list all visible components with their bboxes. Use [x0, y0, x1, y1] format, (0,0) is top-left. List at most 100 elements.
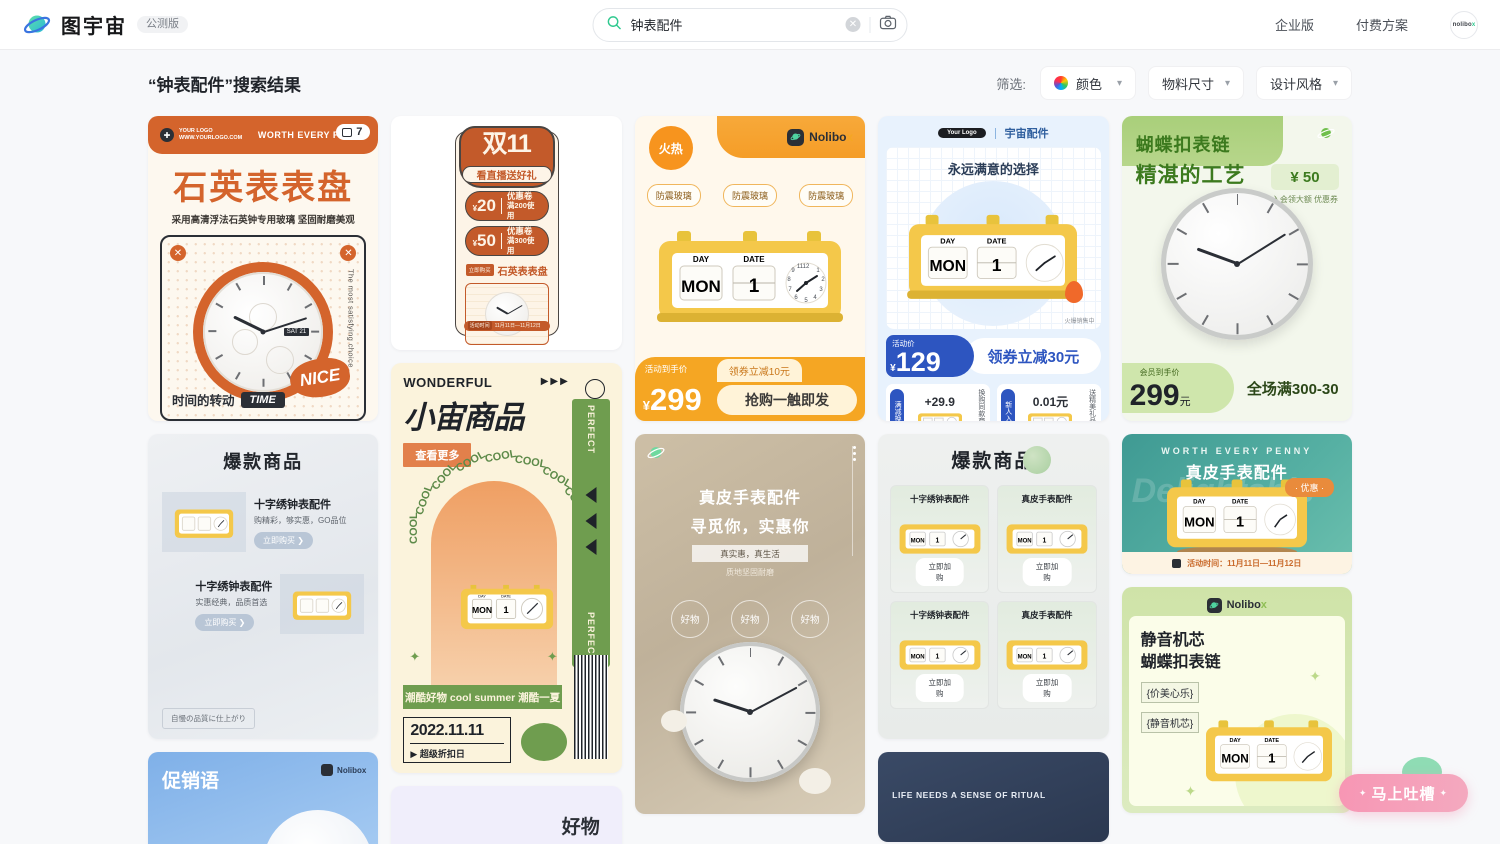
product-name: 石英表表盘: [497, 266, 548, 278]
result-card-quartz-dial[interactable]: 7 ✚ YOUR LOGO WWW.YOURLOGO.COM WORTH EVER…: [148, 116, 379, 421]
arrow-icons: ▶▶▶: [540, 376, 570, 387]
offer-desc: 送精美礼品: [1088, 389, 1096, 421]
svg-text:MON: MON: [472, 605, 492, 615]
header-nav: 企业版 付费方案 nolibo x: [1275, 10, 1478, 39]
add-cart-button[interactable]: 立即加购: [1022, 674, 1072, 702]
filter-size[interactable]: 物料尺寸 ▾: [1148, 66, 1244, 100]
cotton-decor: [799, 768, 832, 794]
brand-name: 图宇宙: [61, 16, 127, 38]
buy-button[interactable]: 立即购买 ❯: [195, 613, 255, 631]
result-card-blue-promo[interactable]: Your Logo 宇宙配件 永远满意的选择 MON 1 DAY DATE 火爆销售中…: [878, 116, 1109, 421]
add-cart-button[interactable]: 立即加购: [1022, 558, 1072, 586]
feedback-label: 马上吐槽: [1371, 785, 1436, 803]
svg-text:MON: MON: [910, 654, 924, 660]
offer-label: 新人入会: [1000, 389, 1015, 421]
cotton-decor: [660, 710, 687, 732]
result-card-silent-movement[interactable]: Nolibox ✦ ✦ 静音机芯 蝴蝶扣表链 {价美心乐} {静音机芯} MON 1…: [1121, 587, 1352, 813]
barcode-icon: [573, 655, 608, 759]
sales-text: 火爆销售中: [1064, 319, 1095, 325]
coupon-cond: 满300使用: [506, 236, 535, 255]
result-card-hot-products-green[interactable]: 爆款商品 十字绣钟表配件 MON 1 立即加购 真皮手表配件 MON 1 立即加购 …: [878, 434, 1109, 739]
product-name: 十字绣钟表配件: [195, 580, 273, 593]
svg-text:1: 1: [1042, 653, 1046, 660]
search-bar[interactable]: ✕: [592, 7, 908, 42]
product-tile[interactable]: 真皮手表配件 MON 1 立即加购: [997, 485, 1097, 593]
add-cart-button[interactable]: 立即加购: [915, 558, 965, 586]
product-tile[interactable]: 十字绣钟表配件 MON 1 立即加购: [890, 485, 990, 593]
beta-tag: 公测版: [137, 16, 188, 33]
product-photo: [679, 642, 820, 782]
buy-button[interactable]: 立即购买 ❯: [254, 531, 313, 549]
coupon-cond: 满200使用: [506, 201, 535, 220]
filter-color[interactable]: 颜色 ▾: [1040, 66, 1136, 100]
result-card-leather-watch[interactable]: 真皮手表配件 寻觅你，实惠你 真实惠，真生活 质地坚固耐磨 好物 好物 好物: [634, 434, 866, 814]
result-card-hot-products-grey[interactable]: 爆款商品 十字绣钟表配件 购精彩，够实惠，GO品位 立即购买 ❯ 十字绣钟表配件…: [148, 434, 379, 739]
feedback-button[interactable]: ✦ 马上吐槽 ✦: [1338, 774, 1468, 812]
price-badge: 活动价 ¥129: [886, 335, 975, 377]
camera-icon[interactable]: [879, 15, 897, 35]
card-body: ✦ ✦ 静音机芯 蝴蝶扣表链 {价美心乐} {静音机芯} MON 1 DAY DATE: [1128, 616, 1345, 806]
brand-logo[interactable]: 图宇宙: [22, 10, 127, 40]
brand-name: Nolibo: [809, 130, 847, 144]
nav-pricing[interactable]: 付费方案: [1356, 15, 1408, 34]
result-card-wonderful[interactable]: WONDERFUL ▶▶▶ 小宙商品 查看更多 COOL COOL COOL C…: [391, 363, 622, 773]
nolibox-logo: Nolibox: [321, 764, 366, 776]
result-card-double11[interactable]: 双11 看直播送好礼 ¥20 优惠卷 满200使用 ¥50 优惠卷 满300使用 立…: [391, 116, 622, 350]
nav-enterprise[interactable]: 企业版: [1275, 15, 1314, 34]
feature-tag: {价美心乐}: [1140, 682, 1200, 704]
filters-label: 筛选:: [996, 76, 1026, 92]
avatar[interactable]: nolibo x: [1450, 10, 1478, 39]
image-count-badge: 7: [336, 124, 371, 140]
filter-style[interactable]: 设计风格 ▾: [1256, 66, 1352, 100]
price-row: 活动价 ¥129 领券立减30元: [886, 335, 1101, 377]
promo-date: 2022.11.11: [410, 722, 484, 739]
product-photo: [162, 492, 246, 552]
coupon-item: ¥20 优惠卷 满200使用: [464, 190, 549, 221]
product-tile[interactable]: 真皮手表配件 MON 1 立即加购: [997, 601, 1097, 709]
svg-text:MON: MON: [681, 277, 721, 296]
buy-row: 立即购买 石英表表盘: [456, 263, 558, 278]
coupon-text: 领券立减30元: [966, 338, 1101, 374]
product-area: 永远满意的选择 MON 1 DAY DATE 火爆销售中: [886, 147, 1101, 329]
result-card-good-stuff[interactable]: 好物: [391, 786, 622, 844]
jp-caption: 自慢の品質に仕上がり: [162, 708, 255, 729]
search-input[interactable]: [630, 17, 837, 32]
sparkle-icon: ✦: [1439, 787, 1448, 798]
feature-tag: 防震玻璃: [799, 184, 854, 207]
planet-icon: [1316, 126, 1335, 140]
result-card-worth-every-penny[interactable]: Delightable WORTH EVERY PENNY 真皮手表配件 MON…: [1121, 434, 1352, 574]
planet-icon: [787, 128, 805, 146]
svg-text:12: 12: [803, 264, 810, 270]
result-card-promo-slogan[interactable]: 促销语 Nolibox: [148, 752, 379, 844]
add-cart-button[interactable]: 立即加购: [915, 674, 965, 702]
filter-style-label: 设计风格: [1270, 76, 1323, 92]
smiley-icon: [584, 379, 605, 399]
card-footer: 时间的转动 TIME: [172, 390, 285, 409]
close-icon[interactable]: ✕: [845, 17, 861, 32]
result-card-hot-flip-clock[interactable]: Nolibox 火热 防震玻璃 防震玻璃 防震玻璃 MON 1 DAY DATE 12 1…: [634, 116, 866, 421]
card-subtitle: 蝴蝶扣表链: [1140, 653, 1221, 671]
card-title: 石英表表盘: [173, 169, 354, 207]
feature-tag: 防震玻璃: [722, 184, 777, 207]
product-row: 十字绣钟表配件 实惠经典，品质首选 立即购买 ❯: [162, 574, 365, 634]
price-label: 活动到手价: [644, 364, 688, 374]
cta-button[interactable]: 抢购一触即发: [716, 385, 858, 415]
result-card-butterfly-clasp[interactable]: 蝴蝶扣表链 精湛的工艺 ¥ 50 入会领大额 优惠券 会员到手价 299元 全场…: [1121, 116, 1352, 421]
result-card-ritual[interactable]: LIFE NEEDS A SENSE OF RITUAL: [878, 752, 1109, 842]
divider: [869, 16, 871, 33]
price-value: 129: [895, 347, 941, 377]
product-photo: [1122, 188, 1352, 340]
planet-icon: [22, 10, 52, 40]
en-title: WONDERFUL: [403, 375, 493, 390]
product-name: 十字绣钟表配件: [910, 494, 970, 504]
buy-button[interactable]: 立即购买: [465, 264, 494, 276]
time-tag: TIME: [240, 391, 285, 408]
sub-offer[interactable]: 满减换购 +29.9 换购同款商品: [886, 384, 990, 421]
product-photo: [464, 282, 549, 345]
sub-offer[interactable]: 新人入会 0.01元 送精美礼品: [996, 384, 1101, 421]
svg-text:MON: MON: [1018, 654, 1032, 660]
svg-text:DATE: DATE: [501, 594, 511, 598]
image-icon: [342, 127, 353, 137]
product-tile[interactable]: 十字绣钟表配件 MON 1 立即加购: [890, 601, 990, 709]
brand-accent: x: [846, 130, 854, 144]
